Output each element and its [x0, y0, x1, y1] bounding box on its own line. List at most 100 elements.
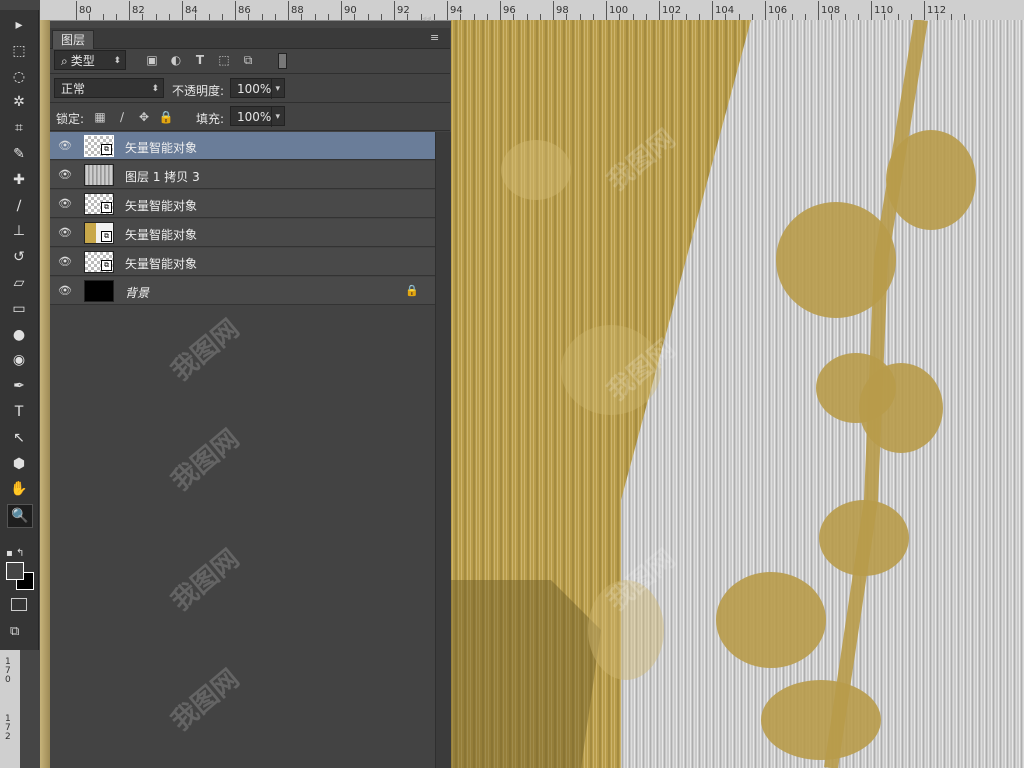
history-brush-icon[interactable]: ↺ [7, 246, 31, 268]
layer-thumbnail[interactable]: ⧉ [84, 193, 114, 215]
ruler-major-tick [500, 1, 501, 20]
layer-thumbnail[interactable]: ⧉ [84, 222, 114, 244]
quick-mask-icon[interactable] [11, 598, 27, 611]
lock-all-icon[interactable]: 🔒 [158, 109, 174, 125]
panel-collapse-icon[interactable]: ◂◂ [422, 14, 431, 24]
lock-label: 锁定: [56, 112, 85, 126]
ruler-minor-tick [221, 14, 223, 20]
divider [50, 102, 450, 103]
document-canvas[interactable]: 我图网 我图网 我图网 [451, 20, 1024, 768]
layer-name[interactable]: 矢量智能对象 [125, 226, 197, 243]
crop-tool-icon[interactable]: ⌗ [7, 117, 31, 139]
visibility-eye-icon[interactable]: 👁 [58, 139, 72, 153]
shape-tool-icon[interactable]: ⬢ [7, 453, 31, 475]
pen-tool-icon[interactable]: ✒ [7, 375, 31, 397]
ruler-minor-tick [274, 14, 276, 20]
hand-tool-icon[interactable]: ✋ [7, 478, 31, 500]
clone-stamp-icon[interactable]: ⊥ [7, 220, 31, 242]
magic-wand-icon[interactable]: ✲ [7, 91, 31, 113]
screen-mode-icon[interactable]: ⧉ [10, 624, 19, 639]
leaf-shape [859, 363, 943, 453]
ruler-major-tick [76, 1, 77, 20]
eyedropper-icon[interactable]: ✎ [7, 143, 31, 165]
ruler-major-tick [659, 1, 660, 20]
healing-brush-icon[interactable]: ✚ [7, 169, 31, 191]
dodge-tool-icon[interactable]: ◉ [7, 349, 31, 371]
leaf-shape [886, 130, 976, 230]
dropdown-arrow-icon: ⬍ [113, 56, 121, 66]
layer-row[interactable]: 👁 ⧉ 矢量智能对象 [50, 219, 435, 247]
leaf-shape [716, 572, 826, 668]
fill-value: 100% [237, 110, 272, 124]
layer-name[interactable]: 矢量智能对象 [125, 197, 197, 214]
foreground-color-swatch[interactable] [6, 562, 24, 580]
layer-name[interactable]: 矢量智能对象 [125, 255, 197, 272]
layer-row[interactable]: 👁 ⧉ 矢量智能对象 [50, 248, 435, 276]
visibility-eye-icon[interactable]: 👁 [58, 197, 72, 211]
brush-tool-icon[interactable]: ∕ [7, 195, 31, 217]
layer-thumbnail[interactable] [84, 280, 114, 302]
filter-type-icon[interactable]: T [192, 52, 208, 68]
layer-thumbnail[interactable]: ⧉ [84, 135, 114, 157]
layer-row[interactable]: 👁 图层 1 拷贝 3 [50, 161, 435, 189]
visibility-eye-icon[interactable]: 👁 [58, 226, 72, 240]
ruler-label: 2 [5, 732, 11, 742]
filter-pixel-icon[interactable]: ▣ [144, 52, 160, 68]
type-tool-icon[interactable]: T [7, 401, 31, 423]
ruler-minor-tick [89, 14, 91, 20]
left-ruler[interactable]: 170172 [0, 650, 20, 768]
fill-input[interactable]: 100% ▾ [230, 106, 285, 127]
visibility-eye-icon[interactable]: 👁 [58, 168, 72, 182]
opacity-input[interactable]: 100% ▾ [230, 78, 285, 99]
layer-list-scrollbar[interactable] [435, 132, 451, 768]
layer-row[interactable]: 👁 ⧉ 矢量智能对象 [50, 190, 435, 218]
visibility-eye-icon[interactable]: 👁 [58, 255, 72, 269]
layer-name[interactable]: 背景 [125, 284, 149, 301]
lasso-tool-icon[interactable]: ◌ [7, 66, 31, 88]
blur-tool-icon[interactable]: ● [7, 324, 31, 346]
shadow-shape [451, 580, 601, 768]
blend-mode-dropdown[interactable]: 正常 ⬍ [54, 78, 164, 98]
fill-label: 填充: [196, 112, 225, 126]
leaf-shape [588, 580, 664, 680]
filter-type-dropdown[interactable]: ⌕ 类型 ⬍ [54, 50, 126, 70]
lock-transparent-icon[interactable]: ▦ [92, 109, 108, 125]
dropdown-arrow-icon: ⬍ [151, 84, 159, 94]
filter-toggle-switch[interactable] [278, 53, 287, 69]
move-tool-icon[interactable]: ▸ [7, 14, 31, 36]
ruler-major-tick [606, 1, 607, 20]
zoom-tool-icon[interactable]: 🔍 [7, 504, 33, 529]
filter-smart-object-icon[interactable]: ⧉ [240, 52, 256, 68]
layer-name[interactable]: 矢量智能对象 [125, 139, 197, 156]
ruler-major-tick [553, 1, 554, 20]
panel-menu-icon[interactable]: ≡ [430, 31, 439, 44]
layer-name[interactable]: 图层 1 拷贝 3 [125, 168, 200, 185]
ruler-major-tick [341, 1, 342, 20]
ruler-major-tick [818, 1, 819, 20]
layer-lock-icon: 🔒 [405, 284, 419, 297]
visibility-eye-icon[interactable]: 👁 [58, 284, 72, 298]
layers-panel-header: 图层 ◂◂ ≡ [50, 14, 450, 49]
lock-position-icon[interactable]: ✥ [136, 109, 152, 125]
tab-layers[interactable]: 图层 [52, 30, 95, 49]
filter-adjustment-icon[interactable]: ◐ [168, 52, 184, 68]
eraser-icon[interactable]: ▱ [7, 272, 31, 294]
layer-thumbnail[interactable] [84, 164, 114, 186]
swap-colors-icon[interactable]: ▪ ↰ [6, 548, 24, 559]
layer-row[interactable]: 👁 背景 🔒 [50, 277, 435, 305]
ruler-minor-tick [168, 14, 170, 20]
dropdown-arrow-icon[interactable]: ▾ [271, 107, 280, 127]
layer-row[interactable]: 👁 ⧉ 矢量智能对象 [50, 132, 435, 160]
marquee-tool-icon[interactable]: ⬚ [7, 40, 31, 62]
opacity-value: 100% [237, 82, 272, 96]
gradient-tool-icon[interactable]: ▭ [7, 298, 31, 320]
dropdown-arrow-icon[interactable]: ▾ [271, 79, 280, 99]
filter-shape-icon[interactable]: ⬚ [216, 52, 232, 68]
top-ruler[interactable]: 80 82 84 86 88 90 92 94 96 98 100 102 104 106 108 110 11… [40, 0, 1024, 21]
layer-thumbnail[interactable]: ⧉ [84, 251, 114, 273]
path-selection-icon[interactable]: ↖ [7, 427, 31, 449]
ruler-minor-tick [261, 14, 263, 20]
canvas-edge-strip [40, 20, 50, 768]
lock-image-icon[interactable]: ∕ [114, 109, 130, 125]
blend-mode-value: 正常 [61, 82, 86, 96]
